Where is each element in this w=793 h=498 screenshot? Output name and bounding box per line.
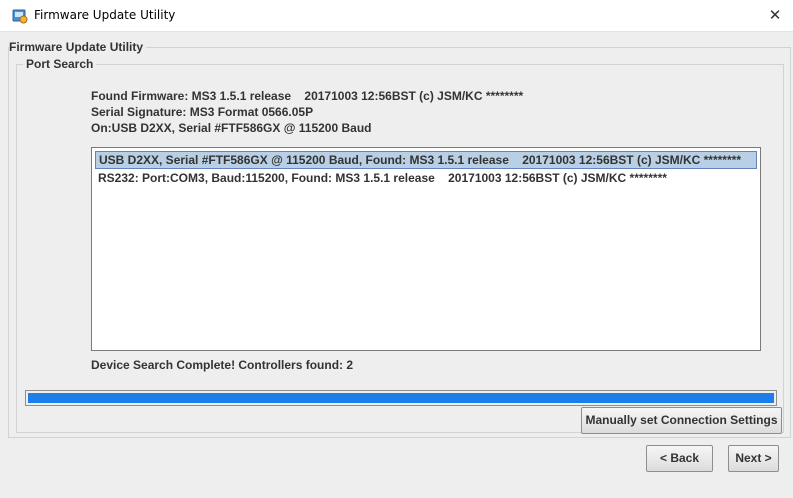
- connection-text: On:USB D2XX, Serial #FTF586GX @ 115200 B…: [91, 121, 372, 135]
- port-search-group: Port Search Found Firmware: MS3 1.5.1 re…: [16, 57, 784, 433]
- device-list[interactable]: USB D2XX, Serial #FTF586GX @ 115200 Baud…: [91, 147, 761, 351]
- dialog-content: Firmware Update Utility Port Search Foun…: [0, 31, 793, 498]
- back-button[interactable]: < Back: [646, 445, 713, 472]
- firmware-update-group: Firmware Update Utility Port Search Foun…: [8, 40, 791, 438]
- app-icon: [12, 9, 28, 24]
- serial-signature-text: Serial Signature: MS3 Format 0566.05P: [91, 105, 314, 119]
- search-progress-bar: [25, 390, 777, 406]
- window-title: Firmware Update Utility: [34, 8, 176, 22]
- found-firmware-text: Found Firmware: MS3 1.5.1 release 201710…: [91, 89, 524, 103]
- manual-connection-settings-button[interactable]: Manually set Connection Settings: [581, 407, 782, 434]
- title-bar: Firmware Update Utility ✕: [0, 0, 793, 31]
- next-button[interactable]: Next >: [728, 445, 779, 472]
- search-status-text: Device Search Complete! Controllers foun…: [91, 358, 354, 372]
- device-list-item-rs232[interactable]: RS232: Port:COM3, Baud:115200, Found: MS…: [95, 169, 757, 187]
- progress-fill: [28, 393, 774, 403]
- close-icon[interactable]: ✕: [757, 0, 793, 31]
- firmware-update-group-title: Firmware Update Utility: [9, 40, 147, 54]
- port-search-group-title: Port Search: [23, 57, 97, 71]
- device-list-item-usb[interactable]: USB D2XX, Serial #FTF586GX @ 115200 Baud…: [95, 151, 757, 169]
